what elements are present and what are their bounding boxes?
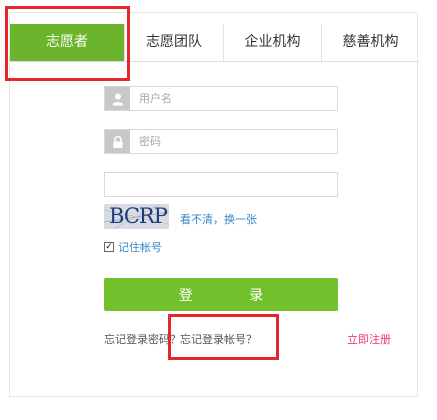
username-field <box>104 86 338 111</box>
checkbox-icon[interactable]: ✓ <box>104 242 114 252</box>
captcha-text: BCRP <box>109 204 168 228</box>
tab-bar: 志愿者 志愿团队 企业机构 慈善机构 <box>10 24 419 62</box>
register-link[interactable]: 立即注册 <box>347 331 391 347</box>
tab-volunteer[interactable]: 志愿者 <box>10 24 124 61</box>
tab-volunteer-team[interactable]: 志愿团队 <box>124 24 223 61</box>
password-input[interactable] <box>139 132 329 151</box>
forgot-password-link[interactable]: 忘记登录密码？ <box>104 331 181 347</box>
remember-account[interactable]: ✓ 记住帐号 <box>104 239 162 255</box>
username-input[interactable] <box>139 89 329 108</box>
password-field <box>104 129 338 154</box>
lock-icon <box>105 130 130 153</box>
captcha-field <box>104 172 338 197</box>
refresh-captcha-link[interactable]: 看不清，换一张 <box>180 211 257 227</box>
captcha-image[interactable]: BCRP <box>104 204 169 229</box>
tab-enterprise[interactable]: 企业机构 <box>223 24 321 61</box>
remember-label: 记住帐号 <box>118 241 162 254</box>
captcha-input[interactable] <box>111 175 331 194</box>
login-button[interactable]: 登 录 <box>104 278 338 311</box>
tab-charity[interactable]: 慈善机构 <box>321 24 419 61</box>
user-icon <box>105 87 130 110</box>
forgot-account-link[interactable]: 忘记登录帐号？ <box>180 331 257 347</box>
